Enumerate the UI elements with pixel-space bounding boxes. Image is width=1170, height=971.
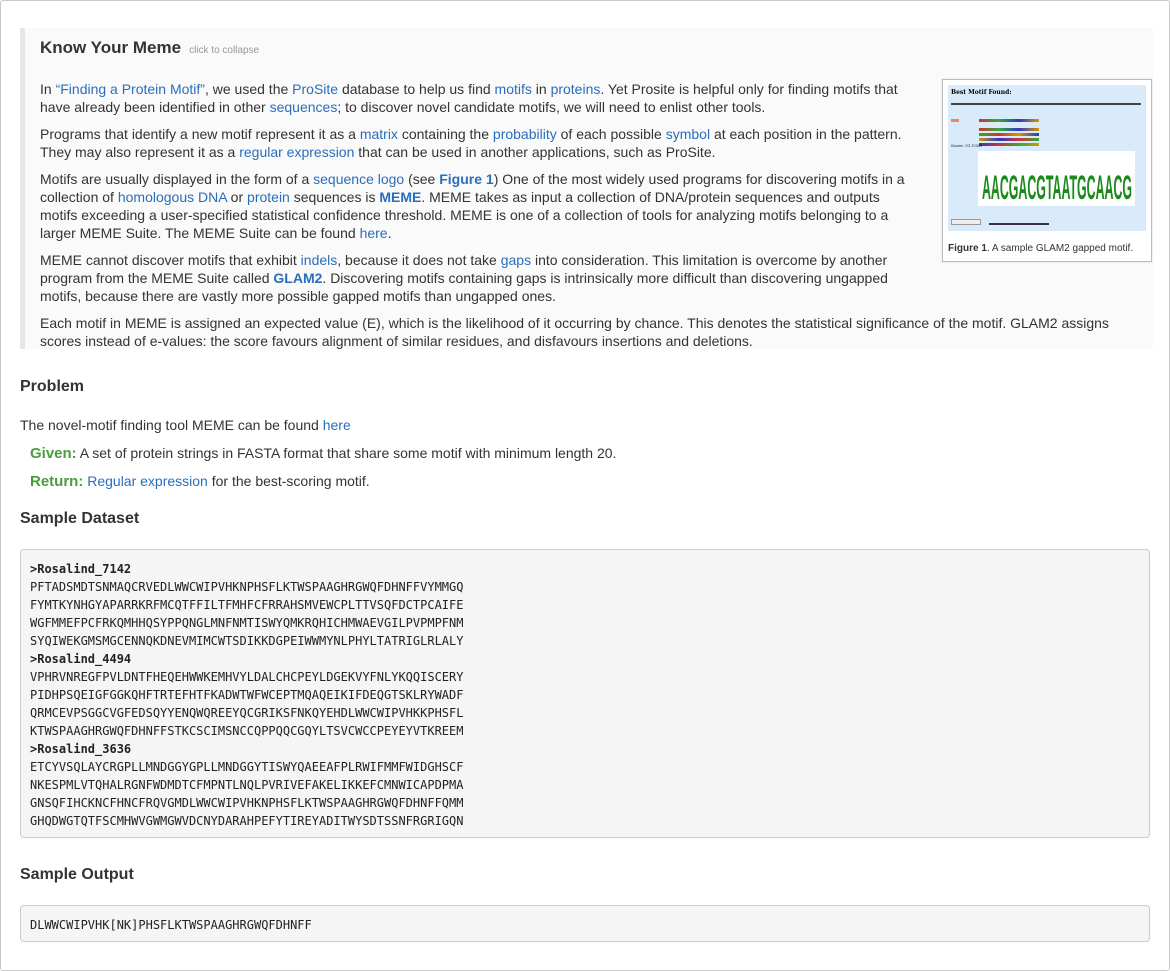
problem-text: The novel-motif finding tool MEME can be…: [20, 417, 351, 433]
figure-1: Best Motif Found: Score: 51.1928 AACGACG…: [942, 79, 1152, 262]
kym-paragraph-1: In “Finding a Protein Motif”, we used th…: [40, 81, 898, 115]
sample-dataset-text: >Rosalind_7142 PFTADSMDTSNMAQCRVEDLWWCWIP…: [21, 550, 1149, 840]
figure-caption: Figure 1. A sample GLAM2 gapped motif.: [948, 243, 1134, 254]
fasta-sequence-line: WGFMMEFPCFRKQMHHQSYPPQNGLMNFNMTISWYQMKRQ…: [30, 616, 464, 630]
sequence-logo-graphic: AACGACGTAATGCAACG: [982, 169, 1132, 207]
link-sequence-logo[interactable]: sequence logo: [313, 171, 404, 187]
link-figure-1[interactable]: Figure 1: [439, 171, 493, 187]
kym-title[interactable]: Know Your Meme click to collapse: [40, 39, 259, 60]
kym-paragraph-4: MEME cannot discover motifs that exhibit…: [40, 252, 888, 304]
fasta-sequence-line: ETCYVSQLAYCRGPLLMNDGGYGPLLMNDGGYTISWYQAE…: [30, 760, 464, 774]
link-matrix[interactable]: matrix: [360, 126, 398, 142]
return-label: Return:: [30, 473, 84, 490]
figure-heading: Best Motif Found:: [951, 89, 1012, 96]
logo-letters: AACGACGTAATGCAACG: [982, 169, 1132, 206]
fasta-sequence-line: PFTADSMDTSNMAQCRVEDLWWCWIPVHKNPHSFLKTWSP…: [30, 580, 464, 594]
kym-paragraph-2: Programs that identify a new motif repre…: [40, 126, 902, 160]
fasta-sequence-line: GNSQFIHCKNCFHNCFRQVGMDLWWCWIPVHKNPHSFLKT…: [30, 796, 464, 810]
link-regular-expression-return[interactable]: Regular expression: [87, 473, 208, 489]
link-finding-protein-motif[interactable]: “Finding a Protein Motif”: [56, 81, 205, 97]
return-line: Return: Regular expression for the best-…: [30, 473, 370, 490]
sample-dataset-box: >Rosalind_7142 PFTADSMDTSNMAQCRVEDLWWCWIP…: [20, 549, 1150, 838]
fasta-header: >Rosalind_3636: [30, 742, 132, 756]
given-line: Given: A set of protein strings in FASTA…: [30, 445, 617, 462]
link-glam2[interactable]: GLAM2: [273, 270, 322, 286]
sequence-logo: AACGACGTAATGCAACG: [978, 151, 1135, 207]
fasta-sequence-line: QRMCEVPSGGCVGFEDSQYYENQWQREEYQCGRIKSFNKQ…: [30, 706, 464, 720]
link-dna[interactable]: DNA: [198, 189, 227, 205]
fasta-header: >Rosalind_7142: [30, 562, 132, 576]
link-gaps[interactable]: gaps: [501, 252, 531, 268]
fasta-sequence-line: KTWSPAAGHRGWQFDHNFFSTKCSCIMSNCCQPPQQCGQY…: [30, 724, 464, 738]
figure-score: Score: 51.1928: [951, 143, 982, 148]
link-proteins[interactable]: proteins: [551, 81, 601, 97]
sample-output-text: DLWWCWIPVHK[NK]PHSFLKTWSPAAGHRGWQFDHNFF: [30, 918, 312, 932]
link-motifs[interactable]: motifs: [495, 81, 532, 97]
fasta-sequence-line: FYMTKYNHGYAPARRKRFMCQTFFILTFMHFCFRRAHSMV…: [30, 598, 464, 612]
link-meme[interactable]: MEME: [379, 189, 421, 205]
fasta-header: >Rosalind_4494: [30, 652, 132, 666]
glam2-motif-image: Best Motif Found: Score: 51.1928 AACGACG…: [948, 85, 1146, 231]
fasta-sequence-line: VPHRVNREGFPVLDNTFHEQEHWWKEMHVYLDALCHCPEY…: [30, 670, 464, 684]
know-your-meme-box: Know Your Meme click to collapse In “Find…: [20, 28, 1153, 349]
fasta-sequence-line: NKESPMLVTQHALRGNFWDMDTCFMPNTLNQLPVRIVEFA…: [30, 778, 464, 792]
figure-table: [951, 103, 1141, 146]
collapse-hint[interactable]: click to collapse: [189, 45, 259, 56]
sample-output-box: DLWWCWIPVHK[NK]PHSFLKTWSPAAGHRGWQFDHNFF: [20, 905, 1150, 942]
link-indels[interactable]: indels: [301, 252, 338, 268]
sample-dataset-heading: Sample Dataset: [20, 510, 140, 527]
link-homologous[interactable]: homologous: [118, 189, 194, 205]
sample-output-heading: Sample Output: [20, 866, 134, 883]
problem-heading: Problem: [20, 378, 85, 395]
link-probability[interactable]: probability: [493, 126, 557, 142]
kym-paragraph-3: Motifs are usually displayed in the form…: [40, 171, 905, 241]
figure-buttons: [951, 211, 1069, 231]
fasta-sequence-line: GHQDWGTQTFSCMHWVGWMGWVDCNYDARAHPEFYTIREY…: [30, 814, 464, 828]
link-symbol[interactable]: symbol: [666, 126, 710, 142]
link-meme-suite-here[interactable]: here: [360, 225, 388, 241]
link-sequences[interactable]: sequences: [270, 99, 338, 115]
link-prosite[interactable]: ProSite: [292, 81, 338, 97]
given-label: Given:: [30, 445, 77, 462]
link-meme-here[interactable]: here: [323, 417, 351, 433]
fasta-sequence-line: SYQIWEKGMSMGCENNQKDNEVMIMCWTSDIKKDGPEIWW…: [30, 634, 464, 648]
link-regular-expression[interactable]: regular expression: [239, 144, 354, 160]
kym-paragraph-5: Each motif in MEME is assigned an expect…: [40, 315, 1109, 349]
link-protein[interactable]: protein: [247, 189, 290, 205]
fasta-sequence-line: PIDHPSQEIGFGGKQHFTRTEFHTFKADWTWFWCEPTMQA…: [30, 688, 464, 702]
